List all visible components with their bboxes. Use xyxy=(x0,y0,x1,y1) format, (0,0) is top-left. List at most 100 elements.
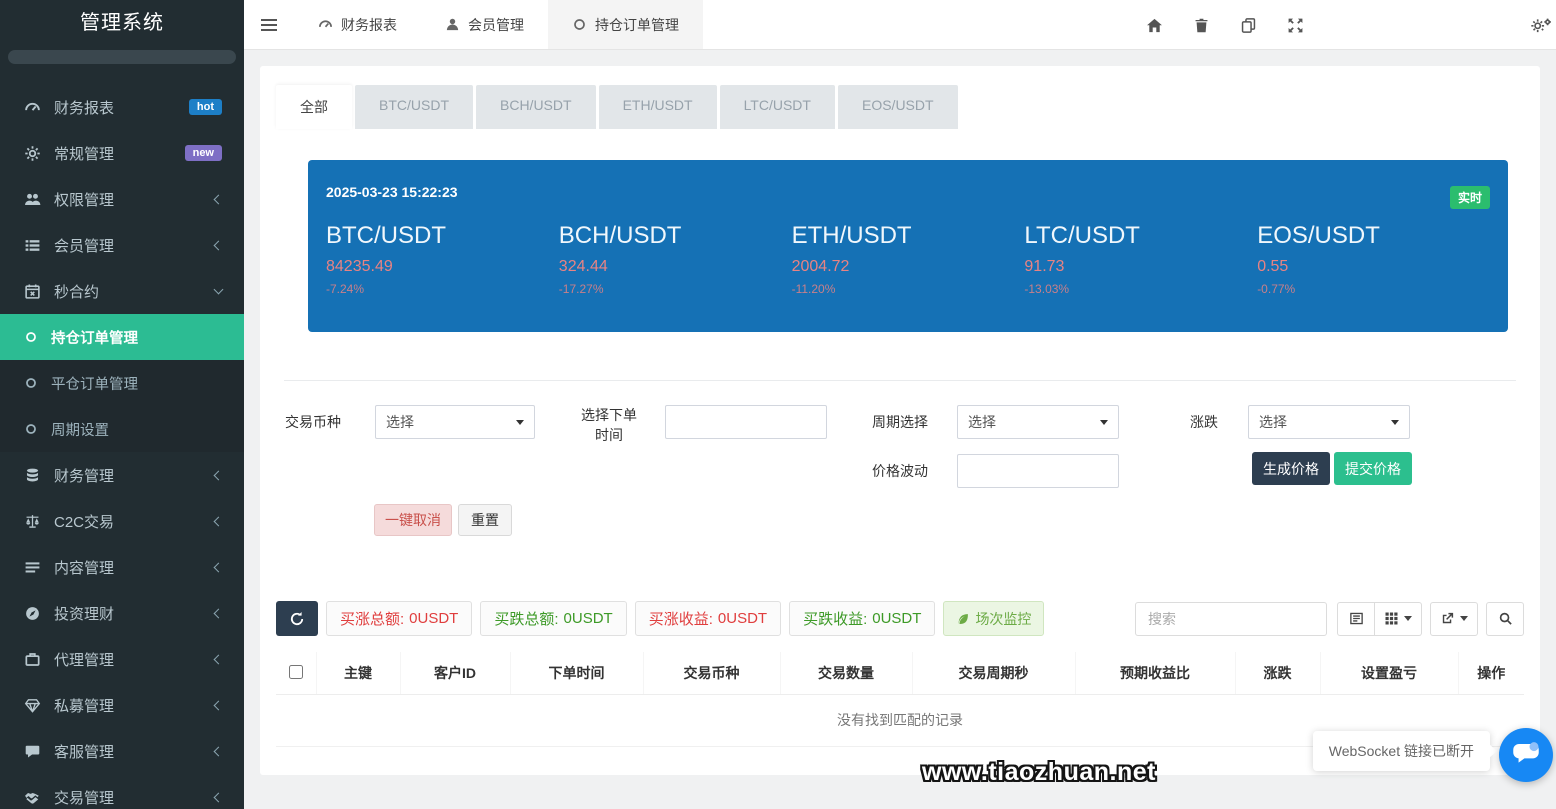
sidebar-item-members[interactable]: 会员管理 xyxy=(0,222,244,268)
tab-ltc-usdt[interactable]: LTC/USDT xyxy=(720,85,835,129)
stat-buy-up-profit[interactable]: 买涨收益: 0USDT xyxy=(635,601,781,636)
period-select[interactable]: 选择 xyxy=(957,405,1119,439)
navtab-open-orders[interactable]: 持仓订单管理 xyxy=(548,0,703,49)
sidebar-item-open-orders[interactable]: 持仓订单管理 xyxy=(0,314,244,360)
col-header-period-seconds[interactable]: 交易周期秒 xyxy=(912,652,1075,695)
sidebar-item-period-settings[interactable]: 周期设置 xyxy=(0,406,244,452)
period-label: 周期选择 xyxy=(872,405,928,439)
col-header-amount[interactable]: 交易数量 xyxy=(780,652,912,695)
sidebar-item-label: 私募管理 xyxy=(54,695,215,716)
sidebar-item-seconds-contract[interactable]: 秒合约 xyxy=(0,268,244,314)
hot-badge: hot xyxy=(189,99,222,115)
search-input[interactable] xyxy=(1135,602,1327,636)
refresh-button[interactable] xyxy=(276,601,318,636)
copy-icon[interactable] xyxy=(1240,17,1257,34)
coin-select-value: 选择 xyxy=(386,412,414,432)
col-header-client-id[interactable]: 客户ID xyxy=(400,652,510,695)
caret-down-icon xyxy=(1391,420,1399,425)
websocket-toast: WebSocket 链接已断开 xyxy=(1313,731,1490,771)
tab-eth-usdt[interactable]: ETH/USDT xyxy=(599,85,717,129)
tab-btc-usdt[interactable]: BTC/USDT xyxy=(355,85,473,129)
ticker-banner: 2025-03-23 15:22:23 实时 BTC/USDT 84235.49… xyxy=(308,160,1508,332)
sidebar-item-content[interactable]: 内容管理 xyxy=(0,544,244,590)
coin-select[interactable]: 选择 xyxy=(375,405,535,439)
price-wave-input[interactable] xyxy=(957,454,1119,488)
stat-label: 买跌总额: xyxy=(494,608,558,629)
sidebar-item-finance-mgmt[interactable]: 财务管理 xyxy=(0,452,244,498)
col-header-expected-return[interactable]: 预期收益比 xyxy=(1075,652,1235,695)
symbol-price: 84235.49 xyxy=(326,258,559,276)
navtab-members[interactable]: 会员管理 xyxy=(421,0,548,49)
order-time-input[interactable] xyxy=(665,405,827,439)
col-header-order-time[interactable]: 下单时间 xyxy=(510,652,643,695)
top-navbar: 财务报表 会员管理 持仓订单管理 xyxy=(244,0,1556,50)
updown-select[interactable]: 选择 xyxy=(1248,405,1410,439)
sidebar-item-label: 常规管理 xyxy=(54,143,185,164)
stat-label: 买涨总额: xyxy=(340,608,404,629)
tab-bch-usdt[interactable]: BCH/USDT xyxy=(476,85,596,129)
sidebar-item-finance-report[interactable]: 财务报表 hot xyxy=(0,84,244,130)
navtab-finance-report[interactable]: 财务报表 xyxy=(294,0,421,49)
navtab-label: 会员管理 xyxy=(468,15,524,35)
select-all-checkbox[interactable] xyxy=(289,665,303,679)
tab-all[interactable]: 全部 xyxy=(276,85,352,129)
export-button[interactable] xyxy=(1430,602,1478,636)
fullscreen-icon[interactable] xyxy=(1287,17,1304,34)
sidebar-item-closed-orders[interactable]: 平仓订单管理 xyxy=(0,360,244,406)
trash-icon[interactable] xyxy=(1193,17,1210,34)
sidebar-item-support[interactable]: 客服管理 xyxy=(0,728,244,774)
filter-form: 交易币种 选择 选择下单时间 周期选择 选择 涨跌 选择 价格波动 生成价格 提… xyxy=(260,381,1540,551)
sidebar-item-c2c[interactable]: C2C交易 xyxy=(0,498,244,544)
columns-button[interactable] xyxy=(1375,602,1422,636)
view-toggle-group xyxy=(1337,602,1422,636)
gem-icon xyxy=(24,697,41,714)
col-header-actions[interactable]: 操作 xyxy=(1458,652,1524,695)
stat-buy-up-total[interactable]: 买涨总额: 0USDT xyxy=(326,601,472,636)
sidebar-item-trade-mgmt[interactable]: 交易管理 xyxy=(0,774,244,809)
leaf-icon xyxy=(956,612,970,626)
stat-buy-down-total[interactable]: 买跌总额: 0USDT xyxy=(480,601,626,636)
stat-value: 0USDT xyxy=(718,610,767,627)
sidebar-item-investment[interactable]: 投资理财 xyxy=(0,590,244,636)
symbol-name: ETH/USDT xyxy=(792,222,1025,250)
submit-price-button[interactable]: 提交价格 xyxy=(1334,452,1412,485)
col-header-set-profit-loss[interactable]: 设置盈亏 xyxy=(1320,652,1458,695)
detail-view-button[interactable] xyxy=(1337,602,1375,636)
sidebar-toggle-button[interactable] xyxy=(244,0,294,49)
symbol-name: LTC/USDT xyxy=(1024,222,1257,250)
search-button[interactable] xyxy=(1486,602,1524,636)
sidebar-item-label: 投资理财 xyxy=(54,603,215,624)
navbar-quick-actions xyxy=(1146,0,1304,50)
caret-down-icon xyxy=(1460,616,1468,621)
tab-eos-usdt[interactable]: EOS/USDT xyxy=(838,85,958,129)
symbol-change: -11.20% xyxy=(792,282,1025,296)
sidebar-item-agent[interactable]: 代理管理 xyxy=(0,636,244,682)
stat-buy-down-profit[interactable]: 买跌收益: 0USDT xyxy=(789,601,935,636)
col-header-coin[interactable]: 交易币种 xyxy=(643,652,780,695)
search-icon xyxy=(1498,611,1513,626)
gears-icon[interactable] xyxy=(1530,17,1552,34)
lines-icon xyxy=(24,559,41,576)
col-header-updown[interactable]: 涨跌 xyxy=(1235,652,1320,695)
caret-down-icon xyxy=(516,420,524,425)
compass-icon xyxy=(24,605,41,622)
sidebar-item-label: 财务管理 xyxy=(54,465,215,486)
ticker-symbol: ETH/USDT 2004.72 -11.20% xyxy=(792,222,1025,296)
realtime-badge: 实时 xyxy=(1450,186,1490,209)
circle-icon xyxy=(24,422,38,436)
cancel-all-button[interactable]: 一键取消 xyxy=(374,504,452,536)
symbol-price: 2004.72 xyxy=(792,258,1025,276)
sidebar-search[interactable] xyxy=(8,50,236,64)
generate-price-button[interactable]: 生成价格 xyxy=(1252,452,1330,485)
chat-button[interactable] xyxy=(1499,728,1553,782)
reset-button[interactable]: 重置 xyxy=(458,504,512,536)
sidebar-item-general[interactable]: 常规管理 new xyxy=(0,130,244,176)
session-monitor-button[interactable]: 场次监控 xyxy=(943,601,1044,636)
home-icon[interactable] xyxy=(1146,17,1163,34)
sidebar-item-private-fund[interactable]: 私募管理 xyxy=(0,682,244,728)
price-wave-label: 价格波动 xyxy=(872,454,928,488)
ticker-symbol: BTC/USDT 84235.49 -7.24% xyxy=(326,222,559,296)
chevron-left-icon xyxy=(214,654,224,664)
col-header-id[interactable]: 主键 xyxy=(316,652,400,695)
sidebar-item-permission[interactable]: 权限管理 xyxy=(0,176,244,222)
